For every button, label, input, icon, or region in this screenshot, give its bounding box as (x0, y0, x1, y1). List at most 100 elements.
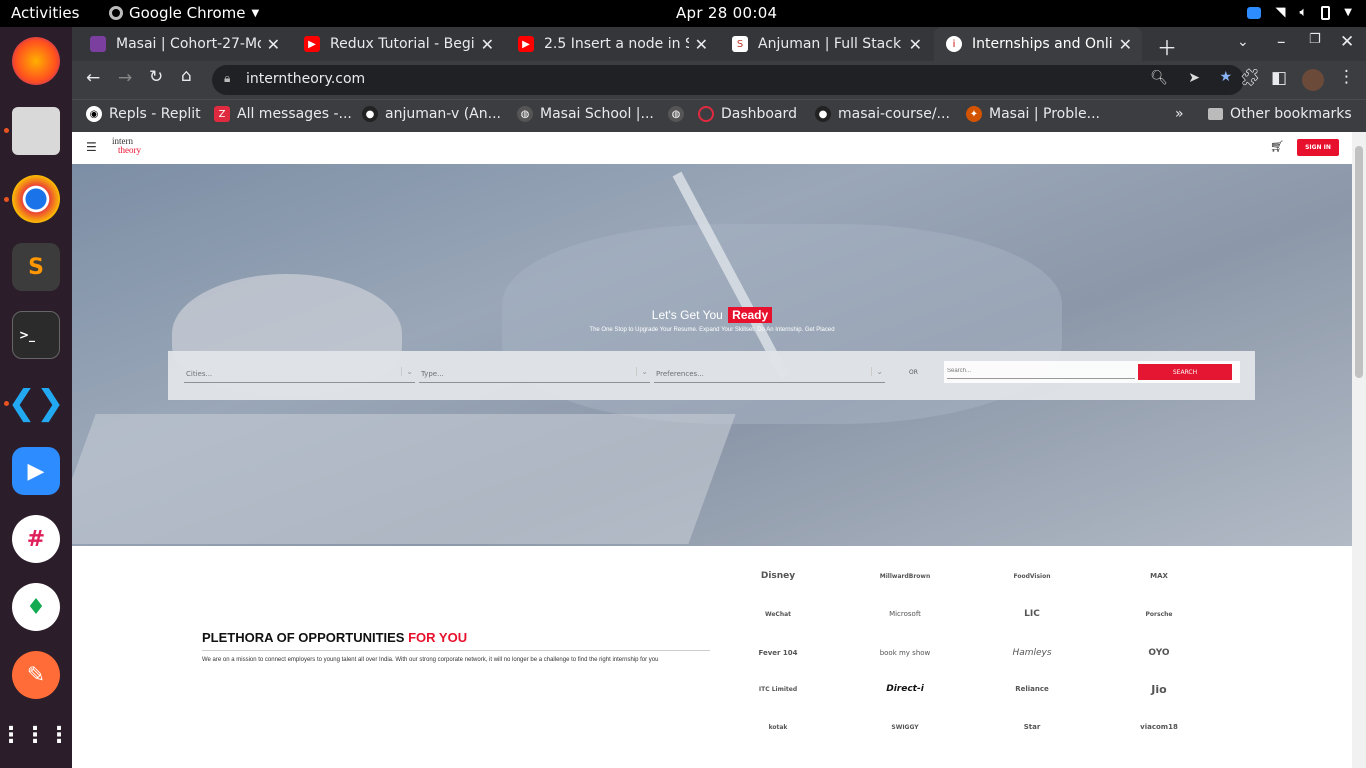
slack-icon[interactable]: # (12, 515, 60, 563)
system-top-bar: Activities Google Chrome ▼ Apr 28 00:04 … (0, 0, 1366, 27)
bookmark-github-anjuman[interactable]: ● anjuman-v (An... (362, 106, 501, 122)
close-icon[interactable]: ✕ (909, 35, 922, 54)
or-divider-text: OR (909, 369, 918, 376)
send-icon[interactable]: ➤ (1188, 70, 1200, 86)
tab-masai-cohort[interactable]: Masai | Cohort-27-Mod ✕ (78, 27, 290, 61)
bookmark-label: Masai | Proble... (989, 106, 1100, 122)
scrollbar-thumb[interactable] (1355, 146, 1363, 378)
company-logo: book my show (879, 649, 931, 657)
section-description: We are on a mission to connect employers… (202, 657, 659, 663)
bookmark-replit[interactable]: ◉ Repls - Replit (86, 106, 201, 122)
section-title: PLETHORA OF OPPORTUNITIES FOR YOU (202, 630, 467, 645)
profile-avatar[interactable] (1302, 69, 1324, 91)
company-logo: Reliance (1015, 685, 1049, 693)
sublime-text-icon[interactable]: S (12, 243, 60, 291)
terminal-icon[interactable]: >_ (12, 311, 60, 359)
bookmark-dashboard[interactable]: Dashboard (698, 106, 797, 122)
bookmark-globe[interactable]: ◍ (668, 106, 691, 122)
section-title-highlight: FOR YOU (408, 630, 468, 645)
cart-icon[interactable]: 🛒︎ (1270, 140, 1284, 153)
mongodb-icon[interactable]: ♦ (12, 583, 60, 631)
company-logo: viacom18 (1140, 723, 1178, 731)
hero-subtitle: The One Stop to Upgrade Your Resume. Exp… (589, 327, 835, 333)
search-button[interactable]: SEARCH (1138, 364, 1232, 380)
close-icon[interactable]: ✕ (695, 35, 708, 54)
sign-in-button[interactable]: SIGN IN (1297, 139, 1339, 156)
preferences-select[interactable]: Preferences... ⌄ (654, 365, 885, 383)
tab-redux-tutorial[interactable]: ▶ Redux Tutorial - Beginn ✕ (292, 27, 504, 61)
page-scrollbar[interactable] (1352, 132, 1366, 768)
url-text[interactable]: interntheory.com (246, 71, 365, 87)
globe-icon: ◍ (668, 106, 684, 122)
running-indicator (4, 197, 9, 202)
tab-interntheory[interactable]: i Internships and Online ✕ (934, 27, 1142, 61)
company-logo: Disney (760, 571, 796, 581)
company-logo: Microsoft (889, 610, 921, 618)
bookmark-masai-school[interactable]: ◍ Masai School |... (517, 106, 654, 122)
postman-icon[interactable]: ✎ (12, 651, 60, 699)
folder-icon (1208, 108, 1223, 120)
window-close-icon[interactable]: ✕ (1340, 32, 1354, 52)
address-bar[interactable]: 🔒︎ interntheory.com 🔍︎ ➤ ★ (212, 65, 1244, 95)
files-icon[interactable] (12, 107, 60, 155)
home-icon[interactable]: ⌂ (181, 66, 192, 86)
bookmark-zulip[interactable]: Z All messages -... (214, 106, 352, 122)
tab-favicon (90, 36, 106, 52)
opportunities-section: PLETHORA OF OPPORTUNITIES FOR YOU We are… (72, 546, 1352, 768)
cities-select[interactable]: Cities... ⌄ (184, 365, 415, 383)
chrome-icon[interactable] (12, 175, 60, 223)
zoom-magnifier-icon[interactable]: 🔍︎ (1150, 70, 1168, 86)
zoom-icon[interactable]: ▶ (12, 447, 60, 495)
app-name: Google Chrome (129, 4, 246, 22)
system-tray[interactable]: ◥ 🔈︎ ▼ (1247, 5, 1352, 20)
type-select[interactable]: Type... ⌄ (419, 365, 650, 383)
forward-icon[interactable]: → (118, 68, 132, 88)
company-logo: MAX (1150, 572, 1168, 580)
activities-button[interactable]: Activities (11, 4, 79, 22)
github-icon: ● (362, 106, 378, 122)
bookmark-label: All messages -... (237, 106, 352, 122)
minimize-icon[interactable]: – (1277, 32, 1286, 52)
vscode-icon[interactable]: ❮❯ (8, 379, 65, 427)
tab-search-chevron-icon[interactable]: ⌄ (1237, 34, 1249, 50)
tab-title: 2.5 Insert a node in Sin (544, 36, 689, 52)
wifi-icon: ◥ (1275, 5, 1286, 20)
hamburger-menu-icon[interactable]: ☰ (86, 140, 97, 154)
side-panel-icon[interactable]: ◧ (1271, 68, 1287, 88)
search-input[interactable] (947, 363, 1135, 379)
dashboard-icon (698, 106, 714, 122)
close-icon[interactable]: ✕ (267, 35, 280, 54)
tab-insert-node[interactable]: ▶ 2.5 Insert a node in Sin ✕ (506, 27, 718, 61)
chrome-icon (109, 6, 123, 20)
youtube-icon: ▶ (518, 36, 534, 52)
site-logo[interactable]: intern theory (112, 137, 141, 155)
app-menu[interactable]: Google Chrome ▼ (109, 4, 259, 22)
bookmark-label: anjuman-v (An... (385, 106, 501, 122)
bookmark-label: Other bookmarks (1230, 106, 1352, 122)
menu-kebab-icon[interactable]: ⋮ (1338, 67, 1355, 87)
close-icon[interactable]: ✕ (1119, 35, 1132, 54)
new-tab-button[interactable]: ＋ (1157, 32, 1177, 61)
tab-anjuman[interactable]: S Anjuman | Full Stack W ✕ (720, 27, 932, 61)
bookmarks-overflow-icon[interactable]: » (1175, 106, 1184, 122)
cities-placeholder: Cities... (186, 370, 213, 378)
show-apps-icon[interactable]: ⋮⋮⋮ (0, 711, 70, 759)
close-icon[interactable]: ✕ (481, 35, 494, 54)
bookmark-other-bookmarks[interactable]: Other bookmarks (1208, 106, 1352, 122)
bookmark-star-icon[interactable]: ★ (1219, 69, 1232, 85)
back-icon[interactable]: ← (86, 68, 100, 88)
hero-banner: Let's Get You Ready The One Stop to Upgr… (72, 164, 1352, 546)
company-logo: Porsche (1145, 610, 1173, 618)
bookmark-masai-course[interactable]: ● masai-course/... (815, 106, 950, 122)
extensions-icon[interactable]: 🧩︎ (1239, 68, 1261, 88)
section-divider (202, 650, 710, 651)
clock[interactable]: Apr 28 00:04 (676, 4, 777, 22)
chevron-down-icon: ⌄ (871, 367, 883, 376)
type-placeholder: Type... (421, 370, 444, 378)
reload-icon[interactable]: ↻ (149, 67, 163, 87)
bookmark-label: Dashboard (721, 106, 797, 122)
bookmark-masai-problem[interactable]: ✦ Masai | Proble... (966, 106, 1100, 122)
maximize-icon[interactable]: ❐ (1309, 32, 1321, 47)
chevron-down-icon: ⌄ (636, 367, 648, 376)
firefox-icon[interactable] (12, 37, 60, 85)
